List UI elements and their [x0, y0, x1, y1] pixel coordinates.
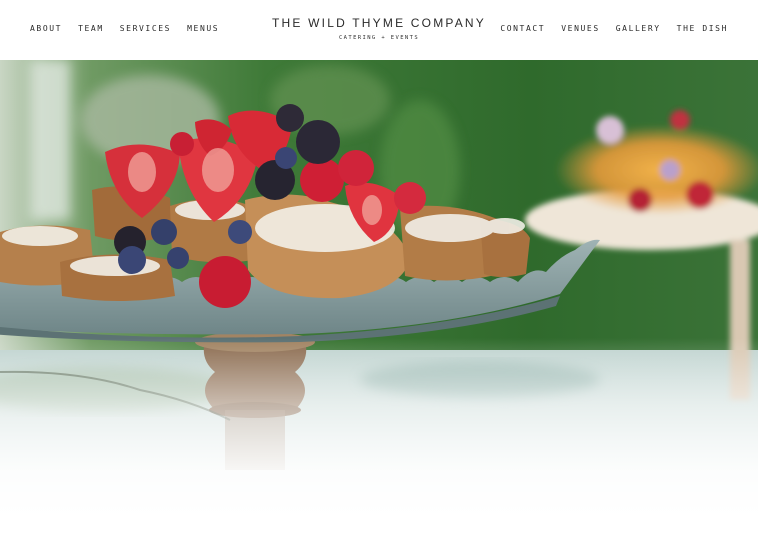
- primary-nav-right: CONTACT VENUES GALLERY THE DISH: [484, 24, 728, 33]
- site-header: ABOUT TEAM SERVICES MENUS THE WILD THYME…: [0, 0, 758, 60]
- hero-fade-overlay: [0, 60, 758, 539]
- nav-link-gallery[interactable]: GALLERY: [616, 24, 661, 33]
- nav-link-the-dish[interactable]: THE DISH: [677, 24, 728, 33]
- logo-tagline: CATERING + EVENTS: [338, 35, 420, 41]
- hero-image: [0, 60, 758, 539]
- nav-link-contact[interactable]: CONTACT: [500, 24, 545, 33]
- nav-link-venues[interactable]: VENUES: [561, 24, 600, 33]
